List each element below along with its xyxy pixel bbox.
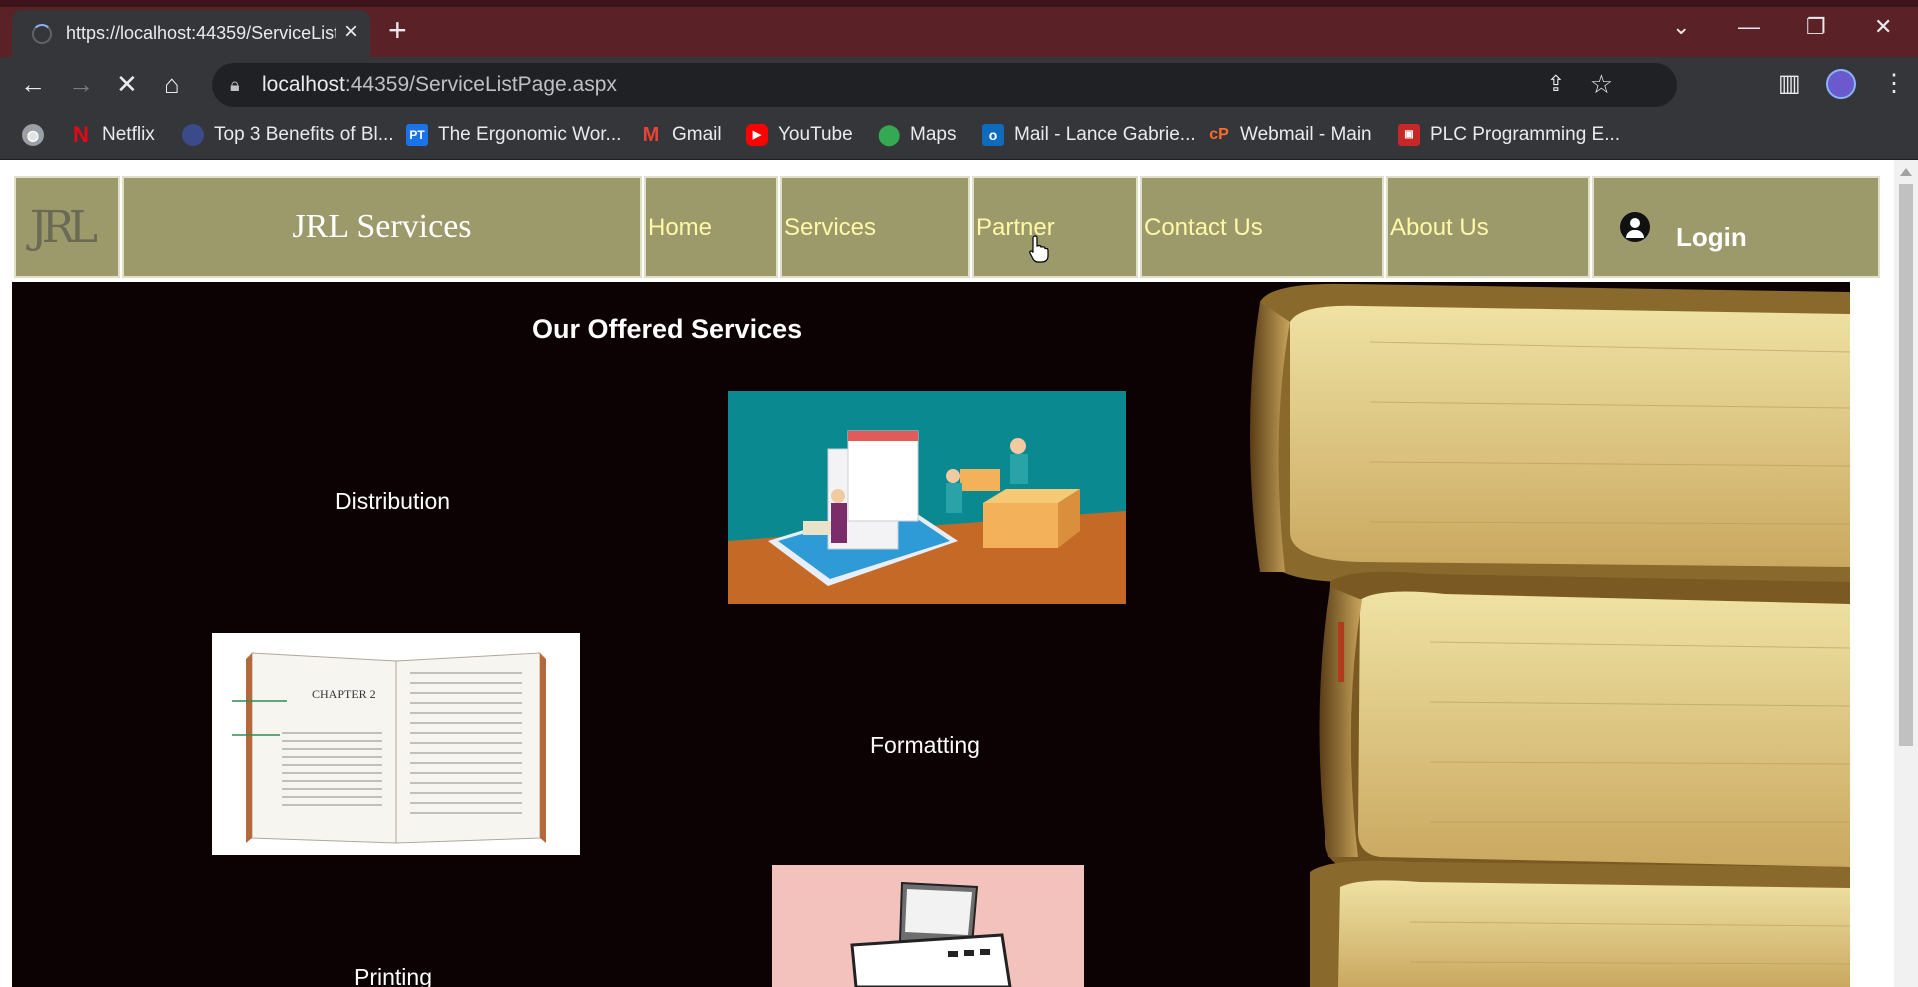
user-circle-icon [1620,212,1650,242]
outlook-icon: o [982,123,1004,146]
maps-icon: ⬤ [878,123,901,146]
site-icon [182,123,204,146]
formatting-book-image[interactable]: CHAPTER 2 [212,633,580,855]
bookmark-label: Maps [910,124,957,145]
window-close-icon[interactable]: ✕ [1874,12,1892,42]
bookmark-top3[interactable]: Top 3 Benefits of Bl... [182,121,394,149]
nav-about[interactable]: About Us [1386,176,1590,278]
nav-partner[interactable]: Partner [972,176,1138,278]
bookmark-plc[interactable]: ▣ PLC Programming E... [1398,121,1620,149]
restore-icon[interactable]: ❐ [1806,12,1826,42]
bookmark-label: YouTube [778,124,853,145]
tab-close-icon[interactable]: × [344,18,358,46]
lock-icon: 🔒︎ [230,75,240,95]
bookmark-label: Webmail - Main [1240,124,1372,145]
share-icon[interactable]: ⇪ [1547,71,1565,97]
browser-tab[interactable]: https://localhost:44359/ServiceListPage.… [12,10,370,57]
service-distribution-label[interactable]: Distribution [335,488,450,515]
page-title: Our Offered Services [532,314,803,344]
nav-home-label: Home [648,214,713,241]
bookmark-ergonomic[interactable]: PT The Ergonomic Wor... [406,121,621,149]
vertical-scrollbar[interactable] [1894,160,1918,987]
nav-services-label: Services [784,214,877,241]
bookmark-gmail[interactable]: M Gmail [640,121,722,149]
page-viewport: JRL JRL Services Home Services Partner C… [0,160,1918,987]
new-tab-button[interactable]: + [388,12,407,48]
pt-icon: PT [406,123,428,146]
scroll-up-icon[interactable] [1900,168,1912,176]
services-content: Our Offered Services Distribution CHAPTE… [12,282,1850,987]
bookmark-label: PLC Programming E... [1430,124,1621,145]
bookmark-netflix[interactable]: N Netflix [70,121,155,149]
profile-avatar[interactable] [1826,69,1856,99]
tab-search-icon[interactable]: ⌄ [1672,12,1690,42]
service-formatting-label[interactable]: Formatting [870,732,980,759]
bookmark-label: Top 3 Benefits of Bl... [214,124,394,145]
url-path: :44359/ServiceListPage.aspx [344,73,617,96]
bookmark-label: Gmail [672,124,722,145]
bookmark-maps[interactable]: ⬤ Maps [878,121,956,149]
bookmarks-bar: ◍ N Netflix Top 3 Benefits of Bl... PT The… [0,113,1918,160]
bookmark-label: Mail - Lance Gabrie... [1014,124,1196,145]
bookmark-outlook[interactable]: o Mail - Lance Gabrie... [982,121,1196,149]
tabstrip-top-edge [0,0,1918,7]
forward-arrow-icon[interactable]: → [68,69,94,99]
nav-contact-label: Contact Us [1144,214,1263,241]
bookmark-youtube[interactable]: ▶ YouTube [746,121,853,149]
url-host: localhost [262,73,345,96]
scrollbar-thumb[interactable] [1899,184,1913,746]
site-navbar: JRL JRL Services Home Services Partner C… [14,176,1880,278]
apps-globe-icon[interactable]: ◍ [22,121,54,149]
youtube-icon: ▶ [746,123,768,146]
side-panel-icon[interactable]: ▥ [1778,69,1801,99]
bookmark-webmail[interactable]: cP Webmail - Main [1208,121,1372,149]
back-arrow-icon[interactable]: ← [20,69,46,99]
svg-text:CHAPTER 2: CHAPTER 2 [312,687,376,701]
site-logo[interactable]: JRL [14,176,120,278]
stop-loading-icon[interactable]: ✕ [116,69,138,99]
cpanel-icon: cP [1209,125,1229,143]
browser-tab-strip: https://localhost:44359/ServiceListPage.… [0,0,1918,57]
home-icon[interactable]: ⌂ [164,69,180,99]
tab-title: https://localhost:44359/ServiceListPage.… [66,23,336,43]
menu-kebab-icon[interactable]: ⋮ [1882,69,1906,99]
brand-cell: JRL Services [122,176,642,278]
loading-spinner-icon [32,24,52,44]
nav-contact[interactable]: Contact Us [1140,176,1384,278]
gmail-icon: M [642,123,660,146]
nav-home[interactable]: Home [644,176,778,278]
brand-title: JRL Services [292,208,472,245]
browser-toolbar: ← → ✕ ⌂ 🔒︎ localhost:44359/ServiceListPa… [0,57,1918,113]
hand-cursor-icon [1029,235,1049,263]
netflix-icon: N [73,121,89,147]
minimize-icon[interactable]: — [1738,12,1760,42]
bookmark-label: The Ergonomic Wor... [438,124,622,145]
address-bar[interactable]: 🔒︎ localhost:44359/ServiceListPage.aspx … [212,63,1677,107]
nav-about-label: About Us [1390,214,1489,241]
login-button[interactable]: Login [1592,176,1880,278]
logo-mark: JRL [30,202,98,253]
printing-illustration[interactable] [772,865,1084,987]
bookmark-label: Netflix [102,124,155,145]
distribution-illustration[interactable] [728,391,1126,604]
books-background-image [1230,282,1850,987]
nav-services[interactable]: Services [780,176,970,278]
bookmark-star-icon[interactable]: ☆ [1590,69,1613,100]
service-printing-label[interactable]: Printing [354,964,432,987]
address-url[interactable]: localhost:44359/ServiceListPage.aspx [262,73,617,97]
plc-icon: ▣ [1398,123,1420,146]
login-label: Login [1676,222,1747,252]
